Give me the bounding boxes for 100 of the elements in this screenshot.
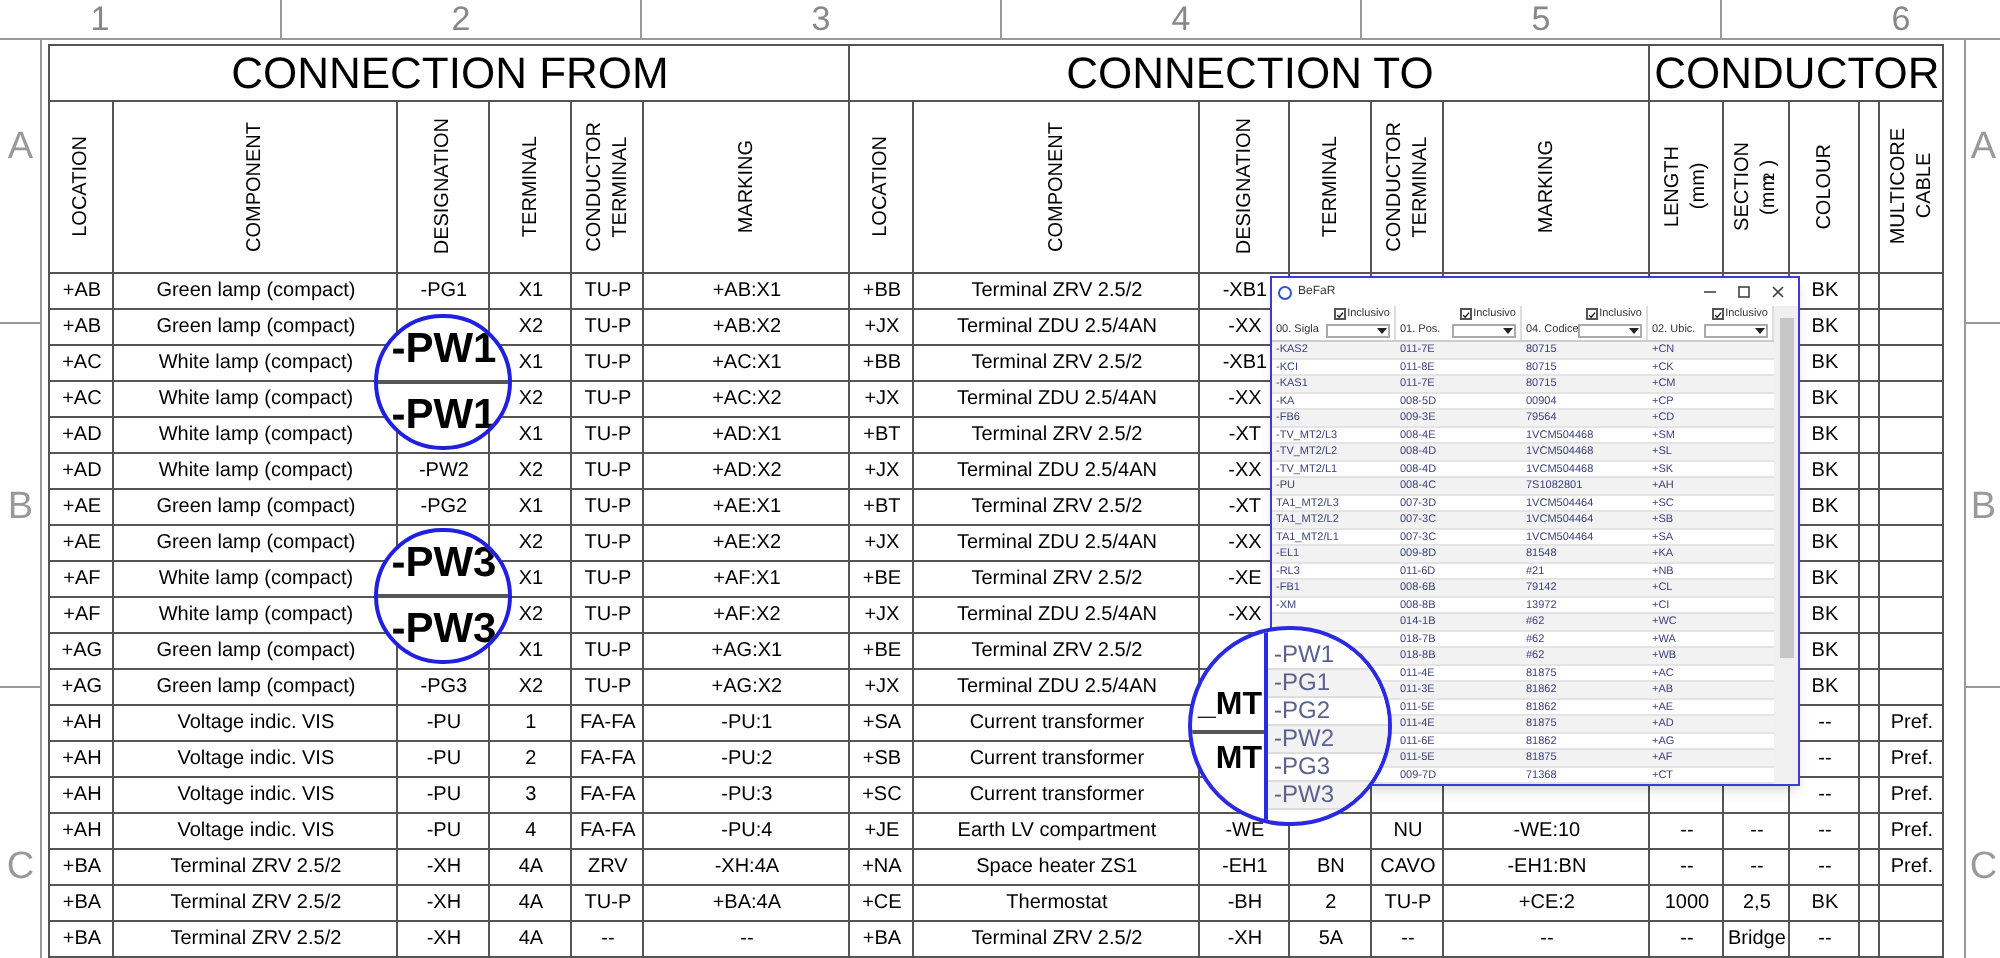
table-cell: TU-P (572, 274, 643, 308)
table-cell: -- (1790, 778, 1859, 812)
table-cell: +AE (50, 526, 113, 560)
table-cell: TU-P (572, 490, 643, 524)
row-letter: A (1970, 128, 1997, 168)
table-cell: -- (1650, 850, 1723, 884)
row-letter: B (1970, 488, 1997, 528)
scrollbar[interactable] (1774, 306, 1798, 784)
table-cell (1880, 274, 1943, 308)
table-cell: +AE (50, 490, 113, 524)
checkbox[interactable] (1333, 308, 1346, 320)
table-cell: +JX (850, 382, 913, 416)
table-cell (1860, 814, 1879, 848)
table-cell: Terminal ZRV 2.5/2 (914, 418, 1199, 452)
table-cell: +BA (850, 922, 913, 956)
table-cell: +AF:X1 (644, 562, 849, 596)
table-cell (1880, 922, 1943, 956)
checkbox[interactable] (1711, 308, 1724, 320)
magnified-text: MT (1215, 740, 1262, 780)
table-cell: 2 (1290, 886, 1371, 920)
table-cell (1860, 346, 1879, 380)
table-cell: +JX (850, 454, 913, 488)
row-letter: B (7, 488, 34, 528)
filter-dropdown[interactable] (1704, 324, 1768, 338)
checkbox[interactable] (1585, 308, 1598, 320)
app-logo-icon (1278, 285, 1292, 299)
table-cell: +AG (50, 634, 113, 668)
table-cell: +AG (50, 670, 113, 704)
column-header: DESIGNATION (398, 102, 489, 272)
checkbox[interactable] (1459, 308, 1472, 320)
table-cell: +BB (850, 346, 913, 380)
table-cell: 4 (490, 814, 571, 848)
table-cell (1880, 310, 1943, 344)
maximize-icon (1736, 284, 1752, 300)
table-cell: +CE:2 (1444, 886, 1649, 920)
table-cell: +AF:X2 (644, 598, 849, 632)
table-cell: FA-FA (572, 742, 643, 776)
table-cell: White lamp (compact) (114, 454, 397, 488)
column-header: LOCATION (50, 102, 113, 272)
table-cell: +AC (50, 346, 113, 380)
table-cell: -PU:4 (644, 814, 849, 848)
table-cell (1860, 526, 1879, 560)
table-cell: +BE (850, 634, 913, 668)
column-header: MULTICORE CABLE (1880, 102, 1943, 272)
table-cell: -PW2 (398, 454, 489, 488)
table-cell: Green lamp (compact) (114, 670, 397, 704)
table-cell: +AC (50, 382, 113, 416)
row-letter: C (6, 848, 35, 888)
table-cell: Pref. (1880, 706, 1943, 740)
table-cell: TU-P (572, 886, 643, 920)
table-cell: X1 (490, 418, 571, 452)
table-cell: Voltage indic. VIS (114, 778, 397, 812)
table-cell (1880, 526, 1943, 560)
filter-dropdown[interactable] (1452, 324, 1516, 338)
table-cell: Space heater ZS1 (914, 850, 1199, 884)
table-cell: TU-P (572, 346, 643, 380)
table-group-title: CONNECTION TO (1066, 47, 1434, 99)
table-cell: +SB (850, 742, 913, 776)
table-cell: Terminal ZRV 2.5/2 (114, 886, 397, 920)
magnified-list-item: -PG1 (1274, 670, 1331, 696)
table-cell: -- (1790, 922, 1859, 956)
row-letter: C (1969, 848, 1998, 888)
table-cell: +AF (50, 562, 113, 596)
table-cell: Earth LV compartment (914, 814, 1199, 848)
table-cell: TU-P (572, 634, 643, 668)
table-cell: -- (644, 922, 849, 956)
table-cell: +AD:X1 (644, 418, 849, 452)
table-cell: Terminal ZRV 2.5/2 (114, 850, 397, 884)
table-cell: FA-FA (572, 814, 643, 848)
table-cell: X2 (490, 670, 571, 704)
table-cell: -BH (1200, 886, 1289, 920)
table-cell (1860, 490, 1879, 524)
table-group-title: CONDUCTOR (1654, 47, 1940, 99)
table-cell: -XH (398, 886, 489, 920)
table-cell: TU-P (572, 454, 643, 488)
column-header: LOCATION (850, 102, 913, 272)
filter-dropdown[interactable] (1578, 324, 1642, 338)
filter-dropdown[interactable] (1326, 324, 1390, 338)
caret-icon (1502, 326, 1514, 336)
table-cell: +BB (850, 274, 913, 308)
table-cell: -- (1372, 922, 1443, 956)
table-cell: -XH (398, 850, 489, 884)
table-cell: +AC:X1 (644, 346, 849, 380)
table-cell: FA-FA (572, 706, 643, 740)
table-group-title: CONNECTION FROM (231, 47, 669, 99)
table-cell: -PG2 (398, 490, 489, 524)
table-cell: -WE:10 (1444, 814, 1649, 848)
table-cell: NU (1372, 814, 1443, 848)
table-cell: -PU:2 (644, 742, 849, 776)
table-cell: CAVO (1372, 850, 1443, 884)
table-cell: +AD (50, 454, 113, 488)
table-cell: Terminal ZRV 2.5/2 (914, 274, 1199, 308)
table-cell (1860, 742, 1879, 776)
table-cell: +AB:X1 (644, 274, 849, 308)
table-cell: 1 (490, 706, 571, 740)
table-cell: Green lamp (compact) (114, 634, 397, 668)
table-cell (1880, 454, 1943, 488)
table-cell: Bridge (1724, 922, 1789, 956)
table-cell: +AE:X1 (644, 490, 849, 524)
close-icon (1770, 284, 1786, 300)
